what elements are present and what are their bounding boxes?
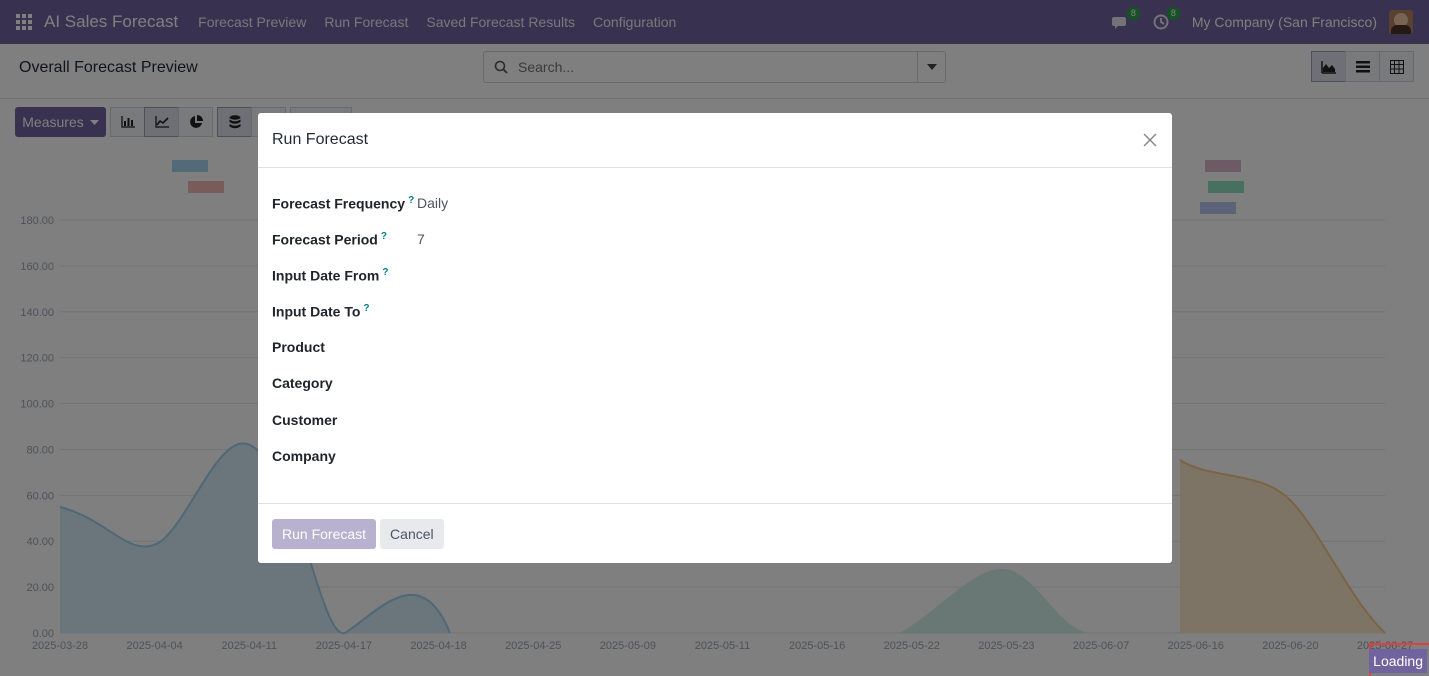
run-forecast-dialog: Run Forecast Forecast Frequency? Daily F…: [258, 113, 1172, 563]
field-label: Category: [272, 375, 333, 391]
dialog-title: Run Forecast: [272, 131, 369, 148]
field-product: Product: [272, 336, 417, 358]
field-customer: Customer: [272, 409, 417, 431]
field-company: Company: [272, 445, 417, 467]
loading-indicator: Loading: [1369, 643, 1429, 676]
close-icon[interactable]: [1142, 132, 1158, 148]
help-tooltip-icon[interactable]: ?: [382, 267, 388, 278]
field-forecast-frequency: Forecast Frequency? Daily: [272, 192, 448, 214]
field-label: Forecast Period?: [272, 230, 387, 248]
field-label: Input Date From?: [272, 266, 389, 284]
field-forecast-period: Forecast Period? 7: [272, 228, 425, 250]
field-label: Input Date To?: [272, 302, 370, 320]
help-tooltip-icon[interactable]: ?: [408, 195, 414, 206]
field-label: Product: [272, 339, 325, 355]
cancel-button[interactable]: Cancel: [380, 518, 444, 549]
dialog-header: Run Forecast: [258, 113, 1172, 168]
field-input-date-to: Input Date To?: [272, 300, 417, 322]
field-label: Customer: [272, 412, 338, 428]
forecast-frequency-select[interactable]: Daily: [417, 195, 448, 211]
field-category: Category: [272, 372, 417, 394]
dialog-footer: Run Forecast Cancel: [258, 503, 1172, 563]
field-label: Company: [272, 448, 336, 464]
field-label: Forecast Frequency?: [272, 194, 415, 212]
dialog-body: Forecast Frequency? Daily Forecast Perio…: [258, 168, 1172, 503]
help-tooltip-icon[interactable]: ?: [363, 303, 369, 314]
help-tooltip-icon[interactable]: ?: [381, 231, 387, 242]
forecast-period-input[interactable]: 7: [417, 231, 425, 247]
field-input-date-from: Input Date From?: [272, 264, 417, 286]
loading-text: Loading: [1369, 649, 1427, 673]
run-forecast-button[interactable]: Run Forecast: [272, 518, 377, 549]
